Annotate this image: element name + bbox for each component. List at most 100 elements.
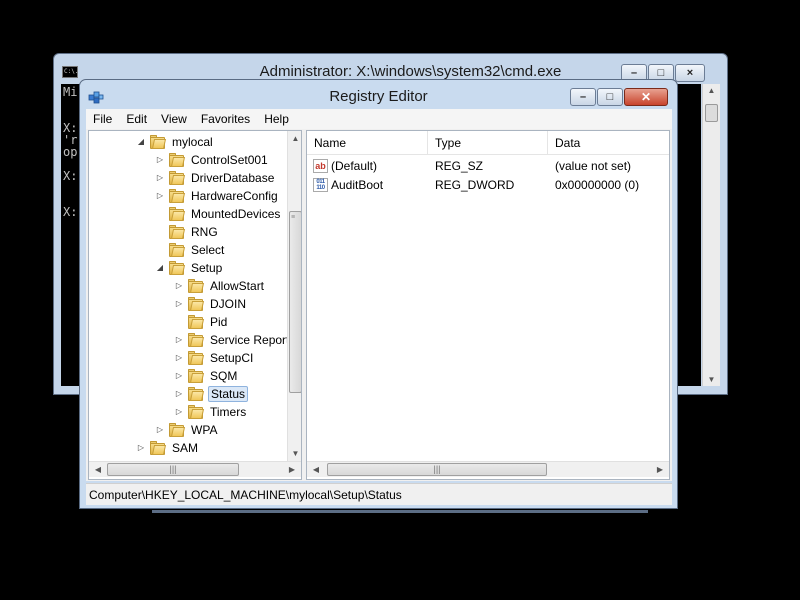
- scroll-right-icon[interactable]: ▶: [285, 462, 299, 477]
- tree-item-setupci[interactable]: ▷ SetupCI: [173, 349, 255, 367]
- cmd-close-button[interactable]: ×: [675, 64, 705, 82]
- scroll-left-icon[interactable]: ◀: [91, 462, 105, 477]
- tree-item-mounteddevices[interactable]: MountedDevices: [154, 205, 282, 223]
- string-value-icon: ab: [313, 159, 328, 173]
- tree-item-sam[interactable]: ▷ SAM: [135, 439, 200, 457]
- value-name: (Default): [331, 159, 378, 173]
- folder-icon: [168, 152, 186, 168]
- registry-editor-titlebar[interactable]: Registry Editor – □ ✕: [80, 80, 677, 110]
- cmd-vertical-scrollbar[interactable]: ▲ ▼: [702, 84, 720, 386]
- tree-item-select[interactable]: Select: [154, 241, 226, 259]
- tree-item-label: AllowStart: [210, 279, 265, 293]
- tree-item-status[interactable]: ▷ Status: [173, 385, 249, 403]
- tree-item-label: SetupCI: [210, 351, 254, 365]
- tree-item-service-report[interactable]: ▷ Service Report: [173, 331, 287, 349]
- tree-item-label: ControlSet001: [191, 153, 268, 167]
- expand-arrow-icon[interactable]: ▷: [173, 352, 185, 364]
- tree-scroll-thumb[interactable]: [289, 211, 301, 393]
- tree-item-label: Setup: [191, 261, 223, 275]
- tree-item-label: SECURITY: [170, 458, 235, 459]
- key-tree-pane[interactable]: ◢ mylocal ▷ ControlSet001 ▷ DriverDatabase ▷ Ha…: [88, 130, 302, 480]
- folder-icon: [187, 314, 205, 330]
- value-row[interactable]: 011 110 AuditBoot REG_DWORD 0x00000000 (0): [307, 176, 669, 194]
- expand-arrow-icon[interactable]: ▷: [173, 280, 185, 292]
- tree-item-hardwareconfig[interactable]: ▷ HardwareConfig: [154, 187, 280, 205]
- column-header-name[interactable]: Name: [307, 131, 428, 155]
- value-type: REG_SZ: [435, 159, 484, 173]
- menu-file[interactable]: File: [86, 112, 119, 126]
- tree-horizontal-scrollbar[interactable]: ◀ ||| ▶: [89, 461, 301, 477]
- expand-arrow-icon[interactable]: ▷: [173, 370, 185, 382]
- tree-item-controlset001[interactable]: ▷ ControlSet001: [154, 151, 270, 169]
- value-row[interactable]: ab (Default) REG_SZ (value not set): [307, 157, 669, 175]
- tree-item-label: DJOIN: [210, 297, 246, 311]
- tree-item-label: HardwareConfig: [191, 189, 278, 203]
- menu-help[interactable]: Help: [257, 112, 296, 126]
- expand-arrow-icon[interactable]: ▷: [154, 154, 166, 166]
- menu-view[interactable]: View: [154, 112, 194, 126]
- tree-vertical-scrollbar[interactable]: ▲ ≡ ▼: [287, 131, 301, 461]
- scroll-left-icon[interactable]: ◀: [309, 462, 323, 477]
- tree-item-pid[interactable]: Pid: [173, 313, 229, 331]
- tree-item-timers[interactable]: ▷ Timers: [173, 403, 248, 421]
- tree-item-mylocal[interactable]: ◢ mylocal: [135, 133, 215, 151]
- tree-hscroll-thumb[interactable]: |||: [107, 463, 239, 476]
- tree-item-label: mylocal: [172, 135, 213, 149]
- expand-arrow-icon[interactable]: ▷: [173, 388, 185, 400]
- folder-icon: [168, 206, 186, 222]
- folder-icon: [187, 386, 205, 402]
- main-content: ◢ mylocal ▷ ControlSet001 ▷ DriverDatabase ▷ Ha…: [86, 129, 672, 481]
- folder-icon: [187, 332, 205, 348]
- status-path: Computer\HKEY_LOCAL_MACHINE\mylocal\Setu…: [89, 488, 402, 502]
- tree-item-sqm[interactable]: ▷ SQM: [173, 367, 239, 385]
- tree-item-label: SAM: [172, 441, 199, 455]
- menu-edit[interactable]: Edit: [119, 112, 154, 126]
- folder-icon: [168, 224, 186, 240]
- folder-icon: [187, 278, 205, 294]
- scroll-up-icon[interactable]: ▲: [288, 131, 301, 146]
- cmd-scroll-thumb[interactable]: [705, 104, 718, 122]
- tree-item-security[interactable]: ▷SECURITY: [135, 457, 235, 459]
- folder-icon: [149, 134, 167, 150]
- expand-arrow-icon[interactable]: ▷: [154, 190, 166, 202]
- tree-item-rng[interactable]: RNG: [154, 223, 220, 241]
- collapse-arrow-icon[interactable]: ◢: [135, 136, 147, 148]
- folder-icon: [168, 260, 186, 276]
- regedit-minimize-button[interactable]: –: [570, 88, 596, 106]
- folder-icon: [187, 350, 205, 366]
- column-header-type[interactable]: Type: [428, 131, 548, 155]
- tree-item-wpa[interactable]: ▷ WPA: [154, 421, 219, 439]
- menu-favorites[interactable]: Favorites: [194, 112, 257, 126]
- grip-icon: ≡: [291, 214, 296, 221]
- expand-arrow-icon[interactable]: ▷: [154, 424, 166, 436]
- scroll-down-icon[interactable]: ▼: [703, 375, 720, 384]
- tree-item-label: MountedDevices: [191, 207, 281, 221]
- value-list-pane[interactable]: Name Type Data ab (Default) REG_SZ (value n…: [306, 130, 670, 480]
- folder-icon: [168, 170, 186, 186]
- column-header-data[interactable]: Data: [548, 131, 669, 155]
- regedit-close-button[interactable]: ✕: [624, 88, 668, 106]
- list-horizontal-scrollbar[interactable]: ◀ ||| ▶: [307, 461, 669, 477]
- tree-item-djoin[interactable]: ▷ DJOIN: [173, 295, 248, 313]
- tree-item-driverdatabase[interactable]: ▷ DriverDatabase: [154, 169, 276, 187]
- tree-item-label: Pid: [210, 315, 228, 329]
- tree-item-setup[interactable]: ◢ Setup: [154, 259, 224, 277]
- expand-arrow-icon[interactable]: ▷: [173, 334, 185, 346]
- scroll-right-icon[interactable]: ▶: [653, 462, 667, 477]
- regedit-maximize-button[interactable]: □: [597, 88, 623, 106]
- tree-item-allowstart[interactable]: ▷ AllowStart: [173, 277, 266, 295]
- expand-arrow-icon[interactable]: ▷: [135, 442, 147, 454]
- minimize-icon: –: [579, 91, 587, 103]
- expand-arrow-icon[interactable]: ▷: [173, 298, 185, 310]
- expand-arrow-icon[interactable]: ▷: [173, 406, 185, 418]
- list-hscroll-thumb[interactable]: |||: [327, 463, 547, 476]
- expand-arrow-icon[interactable]: ▷: [154, 172, 166, 184]
- scroll-down-icon[interactable]: ▼: [288, 446, 301, 461]
- registry-editor-window[interactable]: Registry Editor – □ ✕ File Edit View Favor…: [79, 79, 678, 509]
- collapse-arrow-icon[interactable]: ◢: [154, 262, 166, 274]
- registry-editor-window-controls: – □ ✕: [569, 88, 668, 106]
- scroll-up-icon[interactable]: ▲: [703, 86, 720, 95]
